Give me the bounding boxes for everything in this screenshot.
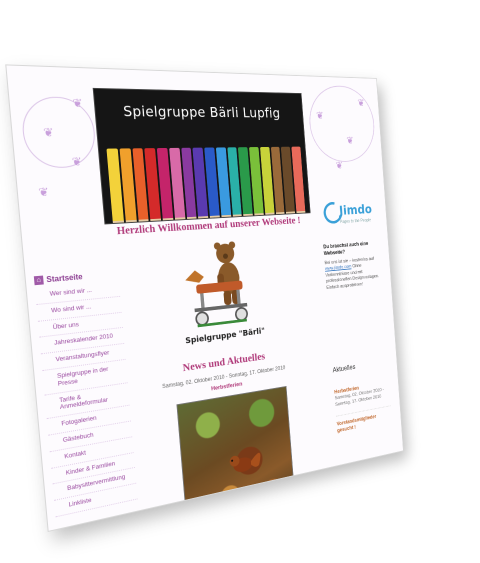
butterfly-icon: ❦: [72, 96, 84, 110]
butterfly-icon: ❦: [346, 134, 354, 147]
butterfly-icon: ❦: [335, 159, 344, 172]
bear-logo-image: [184, 241, 265, 339]
jimdo-tagline: Pages to the People: [339, 217, 372, 225]
sidebar-news-list: Herbstferien Samstag, 02. Oktober 2010 -…: [334, 380, 392, 435]
swirl-decoration: [306, 84, 377, 163]
butterfly-icon: ❦: [71, 154, 83, 169]
squirrel-figure: [229, 452, 262, 474]
screenshot-viewport: ❦ ❦ ❦ ❦ ❦ ❦ ❦ ❦ Spielgruppe Bärli Lupfig: [0, 0, 480, 563]
jimdo-badge[interactable]: Jimdo Pages to the People: [319, 193, 381, 242]
home-icon: ⌂: [33, 275, 44, 285]
butterfly-icon: ❦: [42, 125, 55, 140]
jimdo-logo-text: Jimdo: [338, 201, 373, 219]
butterfly-icon: ❦: [37, 184, 50, 200]
colored-pencils-image: [106, 140, 306, 222]
butterfly-icon: ❦: [315, 109, 324, 122]
nav-home-label: Startseite: [45, 271, 83, 284]
squirrel-photo: [176, 385, 296, 532]
aktuelles-heading: Aktuelles: [332, 363, 356, 375]
site-title: Spielgruppe Bärli Lupfig: [122, 102, 281, 121]
butterfly-icon: ❦: [357, 96, 365, 109]
header-banner: Spielgruppe Bärli Lupfig: [92, 87, 311, 225]
promo-title: Du brauchst auch eine Webseite?: [323, 241, 369, 258]
jimdo-promo: Du brauchst auch eine Webseite? Bei uns …: [323, 240, 382, 292]
webpage: ❦ ❦ ❦ ❦ ❦ ❦ ❦ ❦ Spielgruppe Bärli Lupfig: [5, 64, 404, 532]
swirl-decoration: [19, 96, 98, 169]
